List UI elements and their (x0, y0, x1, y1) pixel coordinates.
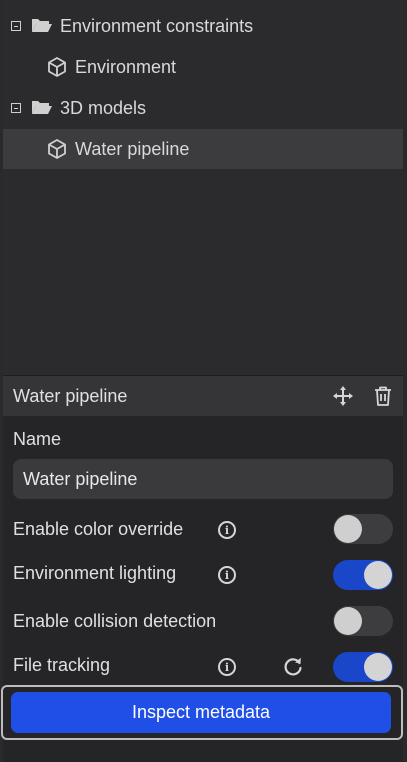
name-label: Name (13, 429, 62, 449)
folder-open-icon (32, 19, 52, 32)
tree-item-label: 3D models (60, 98, 147, 118)
properties-title: Water pipeline (13, 386, 128, 406)
info-icon[interactable]: i (218, 658, 236, 676)
file-tracking-toggle[interactable] (333, 652, 393, 682)
folder-open-icon (32, 101, 52, 114)
toggle-knob (334, 607, 362, 635)
tree-item-environment-constraints[interactable]: Environment constraints (3, 6, 403, 46)
toggle-knob (334, 515, 362, 543)
color-override-toggle[interactable] (333, 514, 393, 544)
tree-item-water-pipeline[interactable]: Water pipeline (3, 129, 403, 169)
tree-item-label: Environment constraints (60, 16, 254, 36)
environment-lighting-toggle[interactable] (333, 560, 393, 590)
tree-item-3d-models[interactable]: 3D models (3, 88, 403, 128)
trash-icon[interactable] (372, 385, 394, 407)
tree-item-label: Water pipeline (75, 139, 190, 159)
inspect-button-focus-ring: Inspect metadata (1, 685, 403, 740)
toggle-knob (364, 653, 392, 681)
tree-item-environment[interactable]: Environment (3, 47, 403, 87)
refresh-icon[interactable] (282, 656, 304, 678)
info-icon[interactable]: i (218, 566, 236, 584)
toggle-knob (364, 561, 392, 589)
info-icon[interactable]: i (218, 521, 236, 539)
toggle-label-environment-lighting: Environment lighting (13, 563, 177, 583)
cube-icon (48, 57, 66, 77)
toggle-label-color-override: Enable color override (13, 519, 184, 539)
cube-icon (48, 139, 66, 159)
collapse-icon[interactable] (11, 103, 21, 113)
move-icon[interactable] (332, 385, 354, 407)
collision-detection-toggle[interactable] (333, 606, 393, 636)
tree-item-label: Environment (75, 57, 177, 77)
inspect-metadata-button[interactable]: Inspect metadata (11, 692, 391, 733)
toggle-label-collision-detection: Enable collision detection (13, 611, 217, 631)
toggle-label-file-tracking: File tracking (13, 655, 111, 675)
properties-header: Water pipeline (3, 376, 403, 416)
collapse-icon[interactable] (11, 21, 21, 31)
name-input[interactable] (13, 459, 393, 499)
scene-panel: Environment constraints Environment 3D m… (1, 0, 403, 762)
properties-body: Name Enable color override i Environment… (1, 416, 403, 762)
